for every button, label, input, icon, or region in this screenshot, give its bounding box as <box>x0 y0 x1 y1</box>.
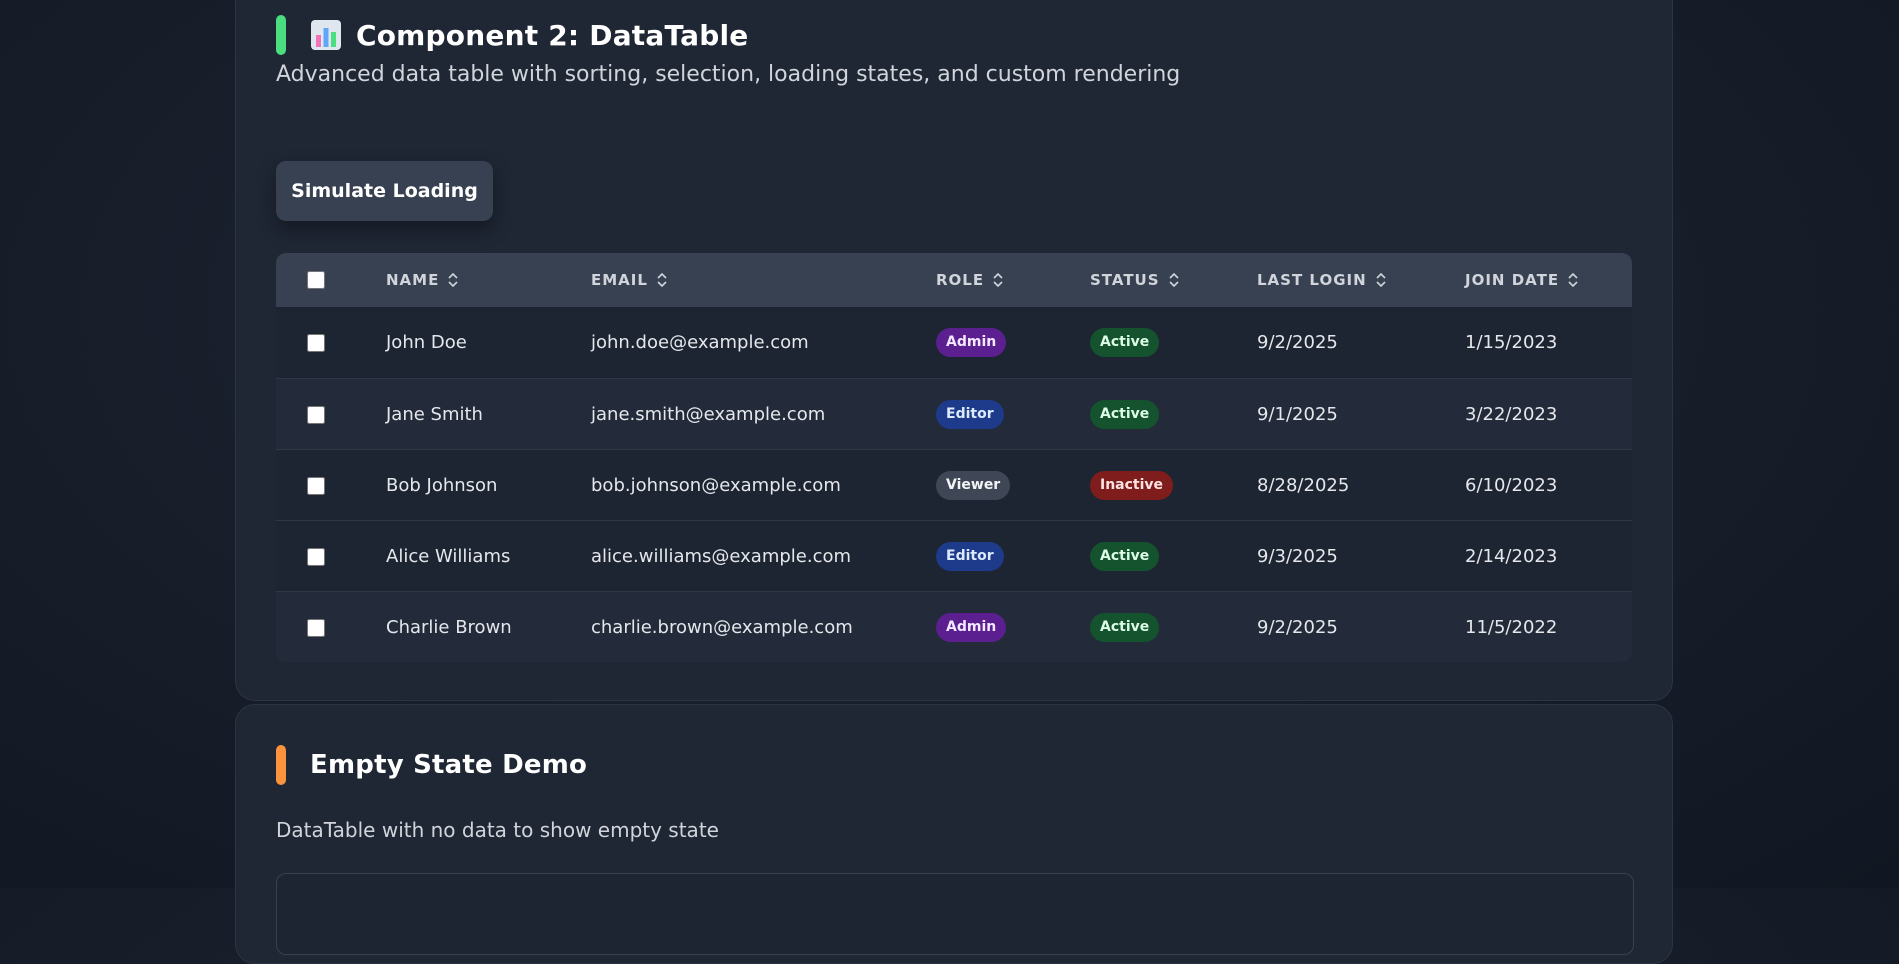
sort-icon <box>657 272 667 288</box>
cell-name: Bob Johnson <box>386 475 498 496</box>
cell-email: alice.williams@example.com <box>591 546 852 567</box>
data-table: NAME EMAIL ROLE STATUS LAST LOGIN JOIN D… <box>276 253 1632 662</box>
cell-role: Editor <box>936 379 1004 450</box>
table-header: NAME EMAIL ROLE STATUS LAST LOGIN JOIN D… <box>276 253 1632 307</box>
cell-status: Active <box>1090 307 1160 378</box>
sort-icon <box>448 272 458 288</box>
cell-status: Inactive <box>1090 450 1174 521</box>
cell-name: Jane Smith <box>386 404 483 425</box>
column-header-name[interactable]: NAME <box>386 253 459 307</box>
sort-icon <box>1168 272 1179 288</box>
cell-last-login: 9/3/2025 <box>1257 546 1338 567</box>
status-badge: Inactive <box>1090 471 1174 500</box>
cell-name: Charlie Brown <box>386 617 512 638</box>
cell-last-login: 9/2/2025 <box>1257 332 1338 353</box>
row-select-cell <box>307 307 325 378</box>
bar-chart-icon <box>311 20 341 50</box>
cell-last-login: 9/1/2025 <box>1257 404 1338 425</box>
simulate-loading-button[interactable]: Simulate Loading <box>276 161 493 221</box>
row-checkbox[interactable] <box>307 405 325 424</box>
cell-role: Admin <box>936 592 1007 662</box>
row-checkbox[interactable] <box>307 333 325 352</box>
section-accent-bar <box>276 745 286 785</box>
column-header-label: ROLE <box>936 271 985 289</box>
datatable-section-header: Component 2: DataTable <box>276 15 749 55</box>
row-checkbox[interactable] <box>307 547 325 566</box>
sort-icon <box>1376 272 1386 288</box>
column-header-last-login[interactable]: LAST LOGIN <box>1257 253 1387 307</box>
table-row[interactable]: Alice Williams alice.williams@example.co… <box>276 520 1632 591</box>
cell-join-date: 2/14/2023 <box>1465 546 1558 567</box>
empty-data-table <box>276 873 1634 955</box>
cell-join-date: 6/10/2023 <box>1465 475 1558 496</box>
column-header-label: LAST LOGIN <box>1257 271 1367 289</box>
cell-status: Active <box>1090 521 1160 592</box>
role-badge: Editor <box>936 542 1004 571</box>
status-badge: Active <box>1090 613 1160 642</box>
role-badge: Viewer <box>936 471 1011 500</box>
sort-icon <box>993 272 1003 288</box>
datatable-card: Component 2: DataTable Advanced data tab… <box>235 0 1673 701</box>
section-description: DataTable with no data to show empty sta… <box>276 818 719 842</box>
table-row[interactable]: Bob Johnson bob.johnson@example.com View… <box>276 449 1632 520</box>
section-title: Component 2: DataTable <box>356 18 749 52</box>
column-header-label: JOIN DATE <box>1465 271 1560 289</box>
status-badge: Active <box>1090 542 1160 571</box>
column-header-status[interactable]: STATUS <box>1090 253 1180 307</box>
column-header-role[interactable]: ROLE <box>936 253 1004 307</box>
cell-role: Admin <box>936 307 1007 378</box>
section-description: Advanced data table with sorting, select… <box>276 62 1181 87</box>
cell-name: Alice Williams <box>386 546 511 567</box>
column-header-join-date[interactable]: JOIN DATE <box>1465 253 1579 307</box>
cell-role: Editor <box>936 521 1004 592</box>
cell-email: john.doe@example.com <box>591 332 809 353</box>
table-body: John Doe john.doe@example.com Admin Acti… <box>276 307 1632 662</box>
row-select-cell <box>307 450 325 521</box>
role-badge: Admin <box>936 328 1007 357</box>
column-header-label: EMAIL <box>591 271 648 289</box>
cell-email: bob.johnson@example.com <box>591 475 841 496</box>
cell-join-date: 11/5/2022 <box>1465 617 1558 638</box>
cell-join-date: 1/15/2023 <box>1465 332 1558 353</box>
row-select-cell <box>307 379 325 450</box>
section-accent-bar <box>276 15 286 55</box>
cell-role: Viewer <box>936 450 1011 521</box>
column-header-email[interactable]: EMAIL <box>591 253 668 307</box>
table-row[interactable]: Jane Smith jane.smith@example.com Editor… <box>276 378 1632 449</box>
status-badge: Active <box>1090 328 1160 357</box>
row-checkbox[interactable] <box>307 476 325 495</box>
cell-email: jane.smith@example.com <box>591 404 826 425</box>
section-title: Empty State Demo <box>310 750 588 780</box>
cell-last-login: 8/28/2025 <box>1257 475 1350 496</box>
row-select-cell <box>307 521 325 592</box>
row-select-cell <box>307 592 325 662</box>
cell-status: Active <box>1090 379 1160 450</box>
cell-status: Active <box>1090 592 1160 662</box>
select-all-checkbox[interactable] <box>307 271 325 289</box>
cell-join-date: 3/22/2023 <box>1465 404 1558 425</box>
cell-name: John Doe <box>386 332 467 353</box>
table-row[interactable]: John Doe john.doe@example.com Admin Acti… <box>276 307 1632 378</box>
column-header-label: STATUS <box>1090 271 1160 289</box>
empty-section-header: Empty State Demo <box>276 745 587 785</box>
select-all-cell <box>307 253 325 307</box>
status-badge: Active <box>1090 400 1160 429</box>
column-header-label: NAME <box>386 271 440 289</box>
cell-email: charlie.brown@example.com <box>591 617 853 638</box>
empty-state-card: Empty State Demo DataTable with no data … <box>235 704 1673 964</box>
row-checkbox[interactable] <box>307 618 325 637</box>
cell-last-login: 9/2/2025 <box>1257 617 1338 638</box>
role-badge: Admin <box>936 613 1007 642</box>
role-badge: Editor <box>936 400 1004 429</box>
sort-icon <box>1568 272 1578 288</box>
table-row[interactable]: Charlie Brown charlie.brown@example.com … <box>276 591 1632 662</box>
